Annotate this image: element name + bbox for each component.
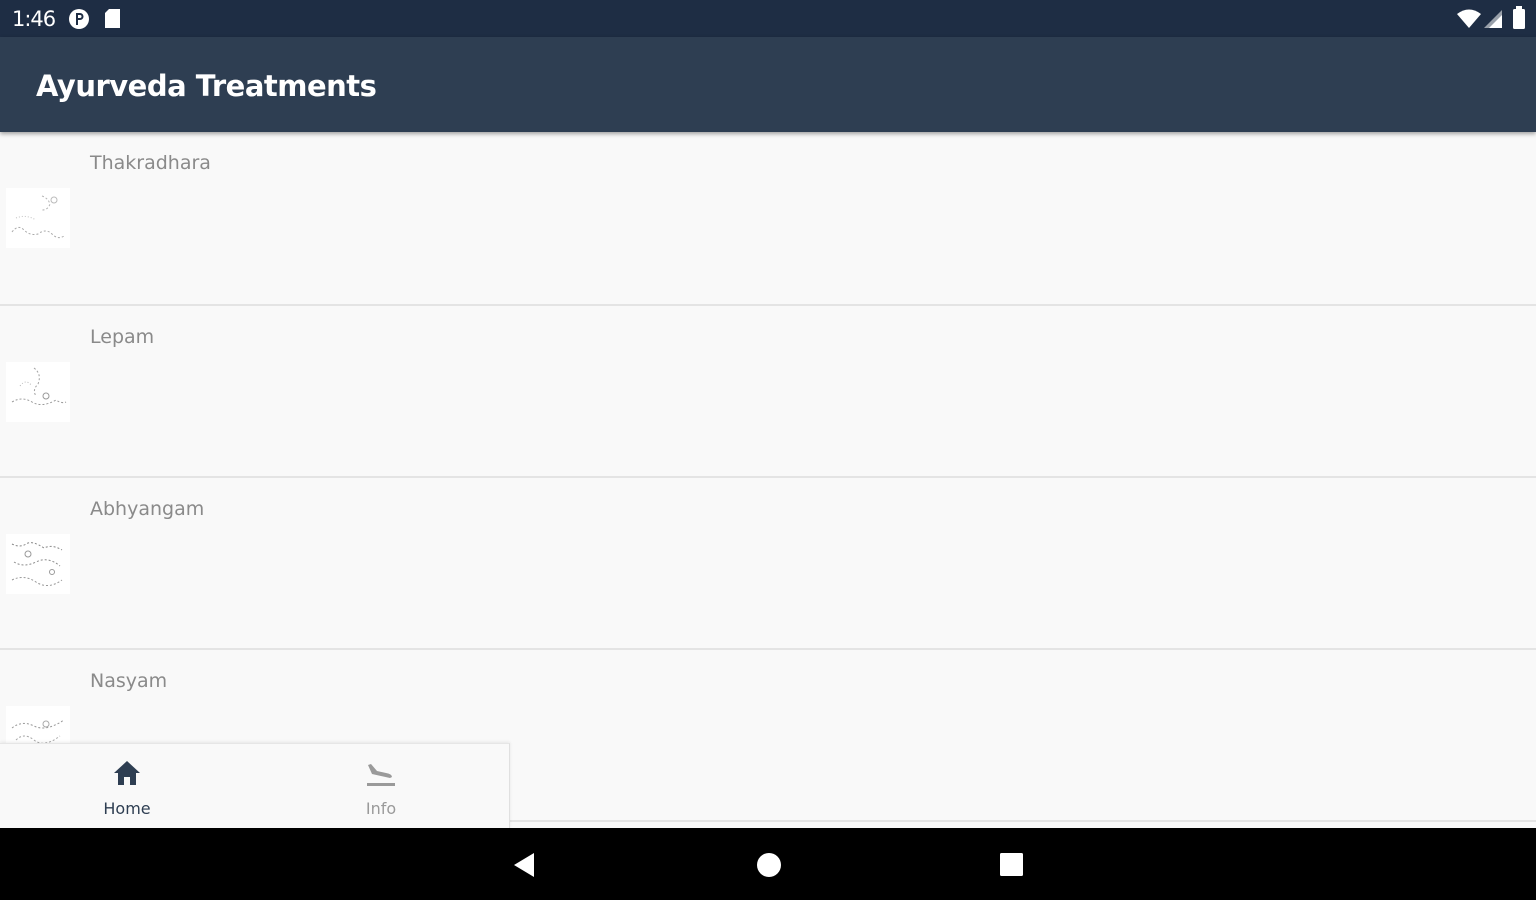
nav-home[interactable]: Home: [0, 744, 254, 829]
treatment-illustration: [6, 188, 70, 248]
list-item[interactable]: Lepam: [0, 306, 1536, 478]
list-item[interactable]: Abhyangam: [0, 478, 1536, 650]
status-time: 1:46: [12, 7, 56, 31]
home-circle-icon[interactable]: [756, 852, 782, 883]
home-icon: [112, 759, 142, 792]
cell-signal-icon: [1483, 9, 1503, 34]
treatment-list: Thakradhara Lepam Abhyangam Nasyam: [0, 132, 1536, 828]
recents-square-icon[interactable]: [999, 852, 1025, 883]
battery-icon: [1512, 6, 1526, 35]
p-circle-icon: [68, 8, 90, 35]
page-title: Ayurveda Treatments: [36, 69, 377, 103]
nav-info[interactable]: Info: [254, 744, 508, 829]
treatment-name: Thakradhara: [90, 152, 211, 174]
treatment-illustration: [6, 362, 70, 422]
treatment-name: Nasyam: [90, 670, 168, 692]
treatment-name: Lepam: [90, 326, 155, 348]
app-bar: Ayurveda Treatments: [0, 37, 1536, 132]
list-item[interactable]: Thakradhara: [0, 132, 1536, 306]
nav-home-label: Home: [103, 799, 151, 818]
flight-land-icon: [364, 759, 398, 794]
bottom-navigation: Home Info: [0, 743, 510, 829]
treatment-name: Abhyangam: [90, 498, 205, 520]
treatment-illustration: [6, 534, 70, 594]
sd-card-icon: [104, 8, 122, 35]
status-bar: 1:46: [0, 0, 1536, 37]
wifi-icon: [1457, 9, 1481, 34]
system-navigation-bar: [0, 828, 1536, 900]
back-icon[interactable]: [512, 852, 536, 883]
nav-info-label: Info: [365, 799, 397, 818]
